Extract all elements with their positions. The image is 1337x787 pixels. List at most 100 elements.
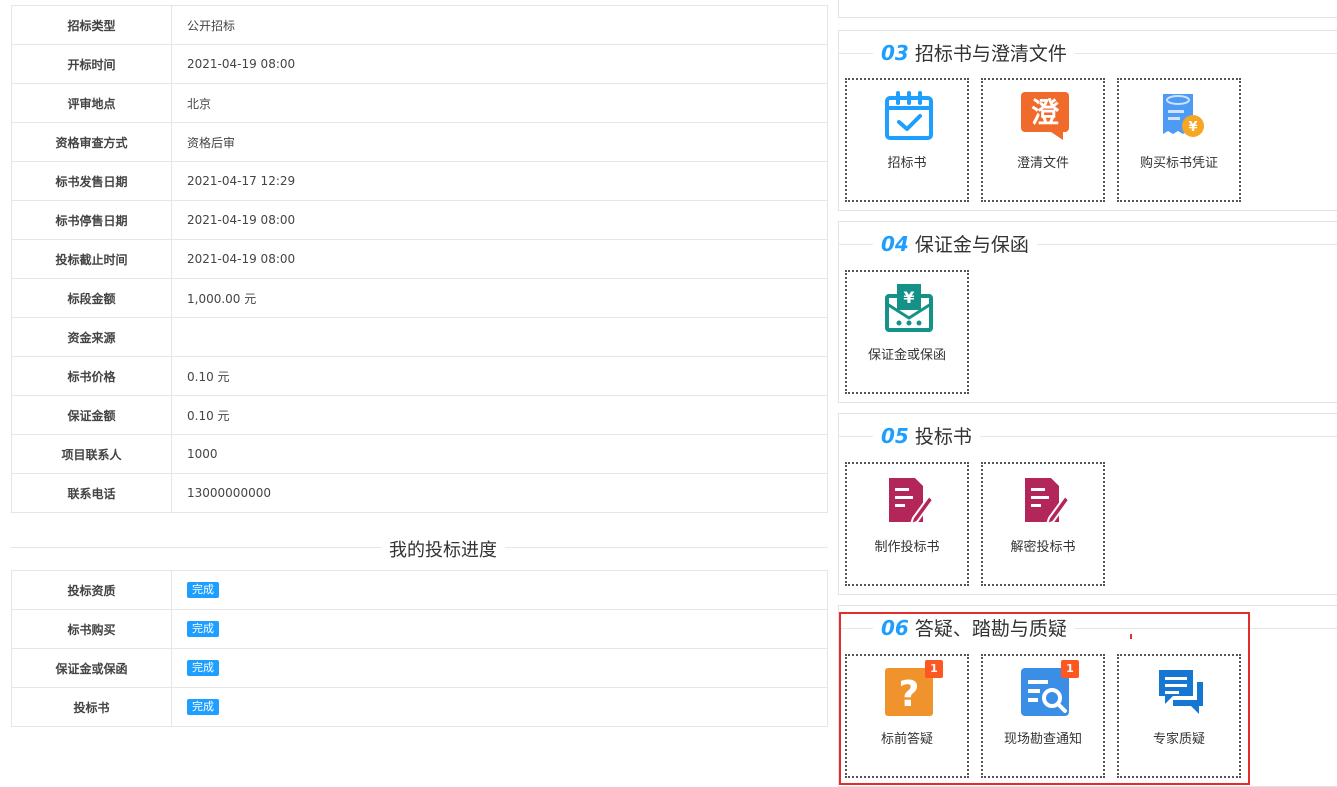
info-label: 标段金额 (11, 278, 172, 318)
section-06-panel: 06 答疑、踏勘与质疑 ? 1 标前答疑 1 现场勘查通知 专家质疑 (838, 605, 1337, 787)
progress-status-cell: 完成 (171, 609, 828, 649)
tile-purchase-receipt[interactable]: ¥ 购买标书凭证 (1117, 78, 1241, 202)
status-badge: 完成 (187, 582, 219, 598)
info-label: 资金来源 (11, 317, 172, 357)
info-row: 项目联系人 1000 (11, 434, 828, 474)
tile-label: 现场勘查通知 (1003, 732, 1082, 747)
progress-label: 标书购买 (11, 609, 172, 649)
tile-clarification-file[interactable]: 澄 澄清文件 (981, 78, 1105, 202)
info-value: 1000 (171, 434, 828, 474)
info-label: 联系电话 (11, 473, 172, 513)
info-label: 资格审查方式 (11, 122, 172, 162)
tile-label: 专家质疑 (1152, 732, 1205, 747)
progress-row: 标书购买 完成 (11, 609, 828, 649)
tile-label: 保证金或保函 (867, 348, 946, 363)
tile-decrypt-bid[interactable]: 解密投标书 (981, 462, 1105, 586)
status-badge: 完成 (187, 621, 219, 637)
tile-label: 制作投标书 (874, 540, 940, 555)
tile-label: 澄清文件 (1016, 156, 1069, 171)
progress-row: 投标书 完成 (11, 687, 828, 727)
info-value: 北京 (171, 83, 828, 123)
info-row: 开标时间 2021-04-19 08:00 (11, 44, 828, 84)
progress-section-header: 我的投标进度 (11, 534, 828, 562)
info-value: 2021-04-19 08:00 (171, 200, 828, 240)
clarify-glyph: 澄 (1031, 96, 1060, 129)
edit-document-icon (889, 478, 935, 526)
info-label: 招标类型 (11, 5, 172, 45)
info-value: 13000000000 (171, 473, 828, 513)
info-row: 资金来源 (11, 317, 828, 357)
info-value: 2021-04-19 08:00 (171, 239, 828, 279)
info-value: 公开招标 (171, 5, 828, 45)
section-05-title: 05 投标书 (873, 422, 980, 449)
progress-row: 投标资质 完成 (11, 570, 828, 610)
deposit-yen-icon: ¥ (885, 284, 933, 332)
progress-status-cell: 完成 (171, 570, 828, 610)
yen-glyph: ¥ (1188, 120, 1197, 135)
progress-row: 保证金或保函 完成 (11, 648, 828, 688)
clarify-doc-icon: 澄 (1021, 92, 1069, 140)
info-label: 开标时间 (11, 44, 172, 84)
unread-count-badge: 1 (925, 660, 943, 678)
info-label: 评审地点 (11, 83, 172, 123)
info-value: 0.10 元 (171, 395, 828, 435)
calendar-check-icon (885, 91, 933, 140)
progress-status-cell: 完成 (171, 687, 828, 727)
info-label: 标书价格 (11, 356, 172, 396)
tile-site-survey-notice[interactable]: 1 现场勘查通知 (981, 654, 1105, 778)
section-06-title: 06 答疑、踏勘与质疑 (873, 614, 1075, 641)
info-label: 标书停售日期 (11, 200, 172, 240)
bid-progress-table: 投标资质 完成 标书购买 完成 保证金或保函 完成 投标书 完成 (11, 570, 828, 727)
progress-title: 我的投标进度 (381, 536, 505, 562)
progress-status-cell: 完成 (171, 648, 828, 688)
section-03-panel: 03 招标书与澄清文件 招标书 澄 澄清文件 ¥ 购买标书凭证 (838, 30, 1337, 211)
page: 招标类型 公开招标 开标时间 2021-04-19 08:00 评审地点 北京 资格审查方式… (0, 0, 1337, 787)
progress-label: 投标资质 (11, 570, 172, 610)
receipt-yen-icon: ¥ (1163, 94, 1204, 137)
tile-label: 解密投标书 (1010, 540, 1076, 555)
info-row: 标书发售日期 2021-04-17 12:29 (11, 161, 828, 201)
section-03-title: 03 招标书与澄清文件 (873, 39, 1075, 66)
info-value (171, 317, 828, 357)
info-label: 标书发售日期 (11, 161, 172, 201)
status-badge: 完成 (187, 699, 219, 715)
previous-panel-edge (838, 0, 1337, 18)
info-label: 项目联系人 (11, 434, 172, 474)
tile-label: 招标书 (887, 156, 927, 171)
yen-glyph: ¥ (903, 288, 914, 307)
section-05-panel: 05 投标书 制作投标书 解密投标书 (838, 413, 1337, 595)
section-04-title: 04 保证金与保函 (873, 230, 1037, 257)
info-row: 联系电话 13000000000 (11, 473, 828, 513)
tile-create-bid[interactable]: 制作投标书 (845, 462, 969, 586)
progress-label: 保证金或保函 (11, 648, 172, 688)
info-value: 资格后审 (171, 122, 828, 162)
tile-deposit-guarantee[interactable]: ¥ 保证金或保函 (845, 270, 969, 394)
chat-bubbles-icon (1159, 670, 1203, 714)
info-row: 资格审查方式 资格后审 (11, 122, 828, 162)
info-row: 标段金额 1,000.00 元 (11, 278, 828, 318)
info-value: 2021-04-19 08:00 (171, 44, 828, 84)
progress-label: 投标书 (11, 687, 172, 727)
edit-document-icon (1025, 478, 1071, 526)
tile-pre-bid-qa[interactable]: ? 1 标前答疑 (845, 654, 969, 778)
info-value: 0.10 元 (171, 356, 828, 396)
tile-expert-challenge[interactable]: 专家质疑 (1117, 654, 1241, 778)
question-glyph: ? (899, 674, 920, 715)
info-row: 保证金额 0.10 元 (11, 395, 828, 435)
tile-tender-document[interactable]: 招标书 (845, 78, 969, 202)
tile-label: 购买标书凭证 (1139, 156, 1218, 171)
info-row: 标书停售日期 2021-04-19 08:00 (11, 200, 828, 240)
tender-info-table: 招标类型 公开招标 开标时间 2021-04-19 08:00 评审地点 北京 资格审查方式… (11, 5, 828, 513)
info-label: 保证金额 (11, 395, 172, 435)
unread-count-badge: 1 (1061, 660, 1079, 678)
info-value: 2021-04-17 12:29 (171, 161, 828, 201)
info-row: 评审地点 北京 (11, 83, 828, 123)
info-row: 招标类型 公开招标 (11, 5, 828, 45)
info-row: 投标截止时间 2021-04-19 08:00 (11, 239, 828, 279)
info-value: 1,000.00 元 (171, 278, 828, 318)
tile-label: 标前答疑 (880, 732, 933, 747)
cursor-mark (1130, 634, 1132, 639)
section-04-panel: 04 保证金与保函 ¥ 保证金或保函 (838, 221, 1337, 403)
info-label: 投标截止时间 (11, 239, 172, 279)
info-row: 标书价格 0.10 元 (11, 356, 828, 396)
